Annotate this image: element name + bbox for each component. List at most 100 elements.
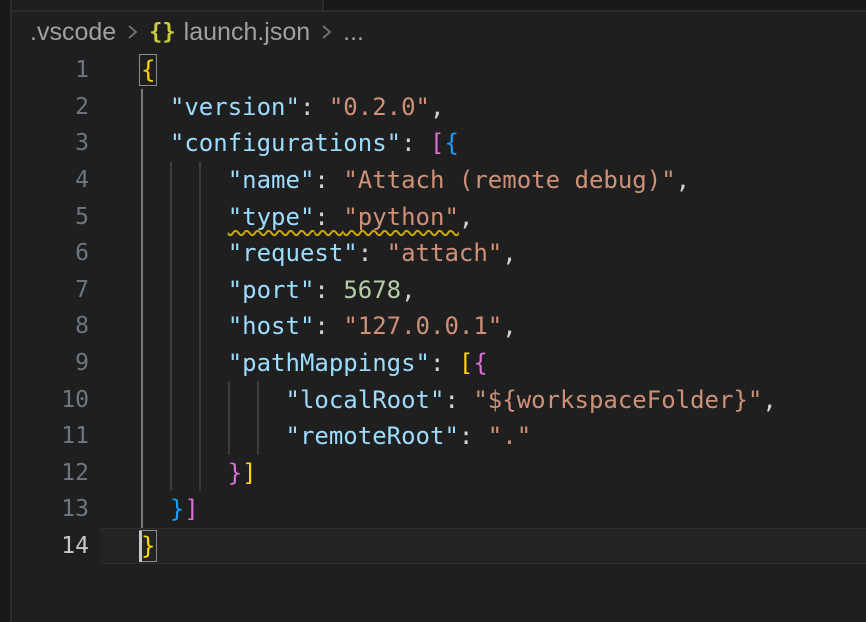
code-token: , <box>762 386 776 414</box>
code-token: "Attach (remote debug)" <box>343 166 675 194</box>
code-token <box>141 386 286 414</box>
code-token: } <box>170 495 184 523</box>
indent-guide <box>170 162 172 491</box>
code-token: : <box>314 166 343 194</box>
bracket-match: { <box>141 56 155 84</box>
code-line-content: "request": "attach", <box>141 239 517 267</box>
code-line-content: "type": "python", <box>141 203 473 231</box>
code-token <box>141 349 228 377</box>
code-lines[interactable]: 1{2 "version": "0.2.0",3 "configurations… <box>12 52 866 622</box>
code-token: "version" <box>170 93 300 121</box>
breadcrumb: .vscode {} launch.json ... <box>12 12 866 52</box>
code-token: { <box>444 129 458 157</box>
line-number[interactable]: 5 <box>12 204 89 230</box>
code-token: "remoteRoot" <box>286 422 459 450</box>
code-token: : <box>358 239 387 267</box>
active-tab-bottom-strip <box>12 0 322 10</box>
code-token <box>141 93 170 121</box>
code-token: , <box>459 203 473 231</box>
chevron-right-icon <box>318 22 335 42</box>
code-token: "localRoot" <box>286 386 445 414</box>
code-token: , <box>502 239 516 267</box>
current-line-highlight <box>100 528 866 565</box>
code-token: "0.2.0" <box>329 93 430 121</box>
code-line-14[interactable]: 14} <box>12 528 866 565</box>
breadcrumb-file[interactable]: launch.json <box>184 18 310 47</box>
code-token: "configurations" <box>170 129 401 157</box>
code-token <box>141 495 170 523</box>
code-token: , <box>502 312 516 340</box>
code-token: "request" <box>228 239 358 267</box>
code-token <box>141 422 286 450</box>
code-token: [ <box>430 129 444 157</box>
line-number[interactable]: 4 <box>12 167 89 193</box>
code-token <box>141 459 228 487</box>
code-line-content: "port": 5678, <box>141 276 416 304</box>
code-token: 5678 <box>343 276 401 304</box>
code-line-content: } <box>141 532 155 560</box>
code-token: "port" <box>228 276 315 304</box>
code-line-1[interactable]: 1{ <box>12 52 866 89</box>
code-line-content: "localRoot": "${workspaceFolder}", <box>141 386 777 414</box>
tab-divider <box>322 0 324 10</box>
code-line-content: "name": "Attach (remote debug)", <box>141 166 690 194</box>
code-token: ] <box>184 495 198 523</box>
line-number[interactable]: 1 <box>12 57 89 83</box>
code-token: } <box>228 459 242 487</box>
line-number[interactable]: 14 <box>12 533 89 559</box>
chevron-right-icon <box>124 22 141 42</box>
code-token: "python" <box>343 203 459 231</box>
code-token: "attach" <box>387 239 503 267</box>
code-token: "name" <box>228 166 315 194</box>
line-number[interactable]: 9 <box>12 350 89 376</box>
code-token: : <box>314 312 343 340</box>
line-number[interactable]: 2 <box>12 94 89 120</box>
indent-guide <box>228 381 230 454</box>
code-token: "." <box>488 422 531 450</box>
code-line-content: "pathMappings": [{ <box>141 349 488 377</box>
code-token: : <box>300 93 329 121</box>
line-number[interactable]: 13 <box>12 496 89 522</box>
code-token: , <box>401 276 415 304</box>
code-line-content: }] <box>141 495 199 523</box>
code-token: "${workspaceFolder}" <box>473 386 762 414</box>
line-number[interactable]: 3 <box>12 130 89 156</box>
bracket-match: } <box>141 532 155 560</box>
code-line-content: "configurations": [{ <box>141 129 459 157</box>
breadcrumb-folder[interactable]: .vscode <box>30 18 116 47</box>
code-token: [ <box>459 349 473 377</box>
line-number[interactable]: 12 <box>12 460 89 486</box>
code-token <box>141 276 228 304</box>
code-token: ] <box>242 459 256 487</box>
code-line-content: { <box>141 56 155 84</box>
code-token: : <box>401 129 430 157</box>
code-token: "127.0.0.1" <box>343 312 502 340</box>
indent-guide <box>257 381 259 454</box>
line-number[interactable]: 6 <box>12 240 89 266</box>
line-number[interactable]: 8 <box>12 313 89 339</box>
indent-guide <box>141 89 143 528</box>
code-token: : <box>314 276 343 304</box>
vscode-window: .vscode {} launch.json ... 1{2 "version"… <box>0 0 866 622</box>
indent-guide <box>199 162 201 491</box>
json-file-icon: {} <box>149 20 176 45</box>
text-cursor <box>139 531 142 562</box>
code-line-content: "host": "127.0.0.1", <box>141 312 517 340</box>
code-token <box>141 203 228 231</box>
code-token: "pathMappings" <box>228 349 430 377</box>
code-token <box>141 312 228 340</box>
code-token <box>141 166 228 194</box>
code-token: { <box>473 349 487 377</box>
code-line-content: "version": "0.2.0", <box>141 93 444 121</box>
code-token: "type" <box>228 203 315 231</box>
breadcrumb-symbol[interactable]: ... <box>343 18 364 47</box>
code-token <box>141 239 228 267</box>
code-token: , <box>430 93 444 121</box>
line-number[interactable]: 7 <box>12 277 89 303</box>
code-token <box>141 129 170 157</box>
line-number[interactable]: 10 <box>12 387 89 413</box>
code-token: , <box>676 166 690 194</box>
line-number[interactable]: 11 <box>12 423 89 449</box>
code-token: "host" <box>228 312 315 340</box>
code-token: : <box>430 349 459 377</box>
